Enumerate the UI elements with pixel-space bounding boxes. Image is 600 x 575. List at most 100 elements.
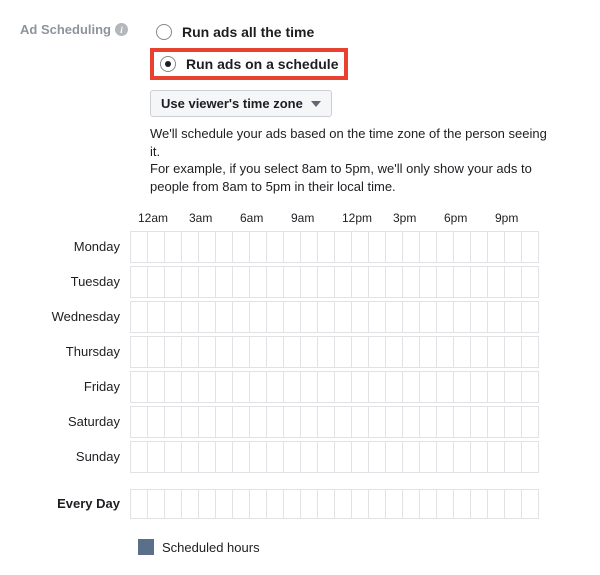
schedule-cell[interactable] — [437, 336, 454, 368]
schedule-cell[interactable] — [233, 441, 250, 473]
schedule-cell[interactable] — [454, 489, 471, 519]
schedule-cell[interactable] — [369, 336, 386, 368]
schedule-cell[interactable] — [216, 406, 233, 438]
schedule-cell[interactable] — [233, 266, 250, 298]
schedule-cell[interactable] — [437, 406, 454, 438]
schedule-cell[interactable] — [454, 336, 471, 368]
schedule-cell[interactable] — [165, 301, 182, 333]
schedule-cell[interactable] — [250, 336, 267, 368]
schedule-cell[interactable] — [420, 371, 437, 403]
schedule-cell[interactable] — [505, 371, 522, 403]
schedule-cell[interactable] — [216, 441, 233, 473]
schedule-cell[interactable] — [505, 231, 522, 263]
schedule-cell[interactable] — [420, 489, 437, 519]
schedule-cell[interactable] — [182, 406, 199, 438]
schedule-cell[interactable] — [267, 489, 284, 519]
schedule-cell[interactable] — [352, 266, 369, 298]
schedule-cell[interactable] — [522, 406, 539, 438]
schedule-cell[interactable] — [182, 371, 199, 403]
schedule-cell[interactable] — [284, 301, 301, 333]
schedule-cell[interactable] — [216, 336, 233, 368]
schedule-cell[interactable] — [301, 266, 318, 298]
schedule-cell[interactable] — [267, 301, 284, 333]
schedule-cell[interactable] — [131, 489, 148, 519]
schedule-cell[interactable] — [352, 441, 369, 473]
schedule-cell[interactable] — [318, 336, 335, 368]
schedule-cell[interactable] — [505, 266, 522, 298]
schedule-cell[interactable] — [352, 406, 369, 438]
schedule-cell[interactable] — [335, 406, 352, 438]
schedule-cell[interactable] — [437, 489, 454, 519]
schedule-cell[interactable] — [522, 441, 539, 473]
schedule-cell[interactable] — [199, 406, 216, 438]
schedule-cell[interactable] — [386, 406, 403, 438]
schedule-cell[interactable] — [386, 301, 403, 333]
schedule-cell[interactable] — [148, 489, 165, 519]
schedule-cell[interactable] — [471, 441, 488, 473]
schedule-cell[interactable] — [386, 266, 403, 298]
schedule-cell[interactable] — [165, 441, 182, 473]
schedule-cell[interactable] — [318, 406, 335, 438]
schedule-cell[interactable] — [335, 371, 352, 403]
schedule-cell[interactable] — [522, 301, 539, 333]
schedule-cell[interactable] — [471, 371, 488, 403]
schedule-cell[interactable] — [471, 301, 488, 333]
schedule-cell[interactable] — [216, 371, 233, 403]
schedule-cell[interactable] — [352, 336, 369, 368]
schedule-cell[interactable] — [369, 231, 386, 263]
schedule-cell[interactable] — [250, 441, 267, 473]
schedule-cell[interactable] — [386, 371, 403, 403]
schedule-cell[interactable] — [318, 301, 335, 333]
schedule-cell[interactable] — [250, 266, 267, 298]
schedule-cell[interactable] — [454, 406, 471, 438]
schedule-cell[interactable] — [267, 441, 284, 473]
schedule-cell[interactable] — [505, 441, 522, 473]
schedule-cell[interactable] — [131, 266, 148, 298]
schedule-cell[interactable] — [471, 489, 488, 519]
schedule-cell[interactable] — [386, 489, 403, 519]
schedule-cell[interactable] — [148, 406, 165, 438]
schedule-cell[interactable] — [420, 406, 437, 438]
schedule-cell[interactable] — [420, 441, 437, 473]
schedule-cell[interactable] — [505, 406, 522, 438]
schedule-cell[interactable] — [420, 336, 437, 368]
day-cells[interactable] — [130, 406, 539, 438]
schedule-cell[interactable] — [437, 301, 454, 333]
schedule-cell[interactable] — [437, 266, 454, 298]
schedule-cell[interactable] — [522, 266, 539, 298]
schedule-cell[interactable] — [284, 406, 301, 438]
schedule-cell[interactable] — [505, 301, 522, 333]
schedule-cell[interactable] — [369, 441, 386, 473]
schedule-cell[interactable] — [301, 231, 318, 263]
schedule-cell[interactable] — [250, 406, 267, 438]
schedule-cell[interactable] — [233, 489, 250, 519]
schedule-cell[interactable] — [403, 301, 420, 333]
schedule-cell[interactable] — [250, 371, 267, 403]
schedule-cell[interactable] — [233, 371, 250, 403]
schedule-cell[interactable] — [148, 336, 165, 368]
schedule-cell[interactable] — [335, 336, 352, 368]
schedule-cell[interactable] — [454, 371, 471, 403]
schedule-cell[interactable] — [182, 301, 199, 333]
day-cells[interactable] — [130, 441, 539, 473]
schedule-cell[interactable] — [301, 371, 318, 403]
schedule-cell[interactable] — [233, 301, 250, 333]
schedule-cell[interactable] — [318, 371, 335, 403]
schedule-cell[interactable] — [335, 266, 352, 298]
schedule-cell[interactable] — [318, 266, 335, 298]
schedule-cell[interactable] — [301, 336, 318, 368]
schedule-cell[interactable] — [488, 371, 505, 403]
schedule-cell[interactable] — [369, 406, 386, 438]
schedule-cell[interactable] — [454, 301, 471, 333]
schedule-cell[interactable] — [301, 489, 318, 519]
schedule-cell[interactable] — [131, 231, 148, 263]
schedule-cell[interactable] — [284, 336, 301, 368]
schedule-cell[interactable] — [403, 489, 420, 519]
schedule-cell[interactable] — [199, 266, 216, 298]
schedule-cell[interactable] — [335, 301, 352, 333]
day-cells[interactable] — [130, 301, 539, 333]
schedule-cell[interactable] — [182, 441, 199, 473]
schedule-cell[interactable] — [403, 266, 420, 298]
schedule-cell[interactable] — [148, 266, 165, 298]
schedule-cell[interactable] — [488, 441, 505, 473]
